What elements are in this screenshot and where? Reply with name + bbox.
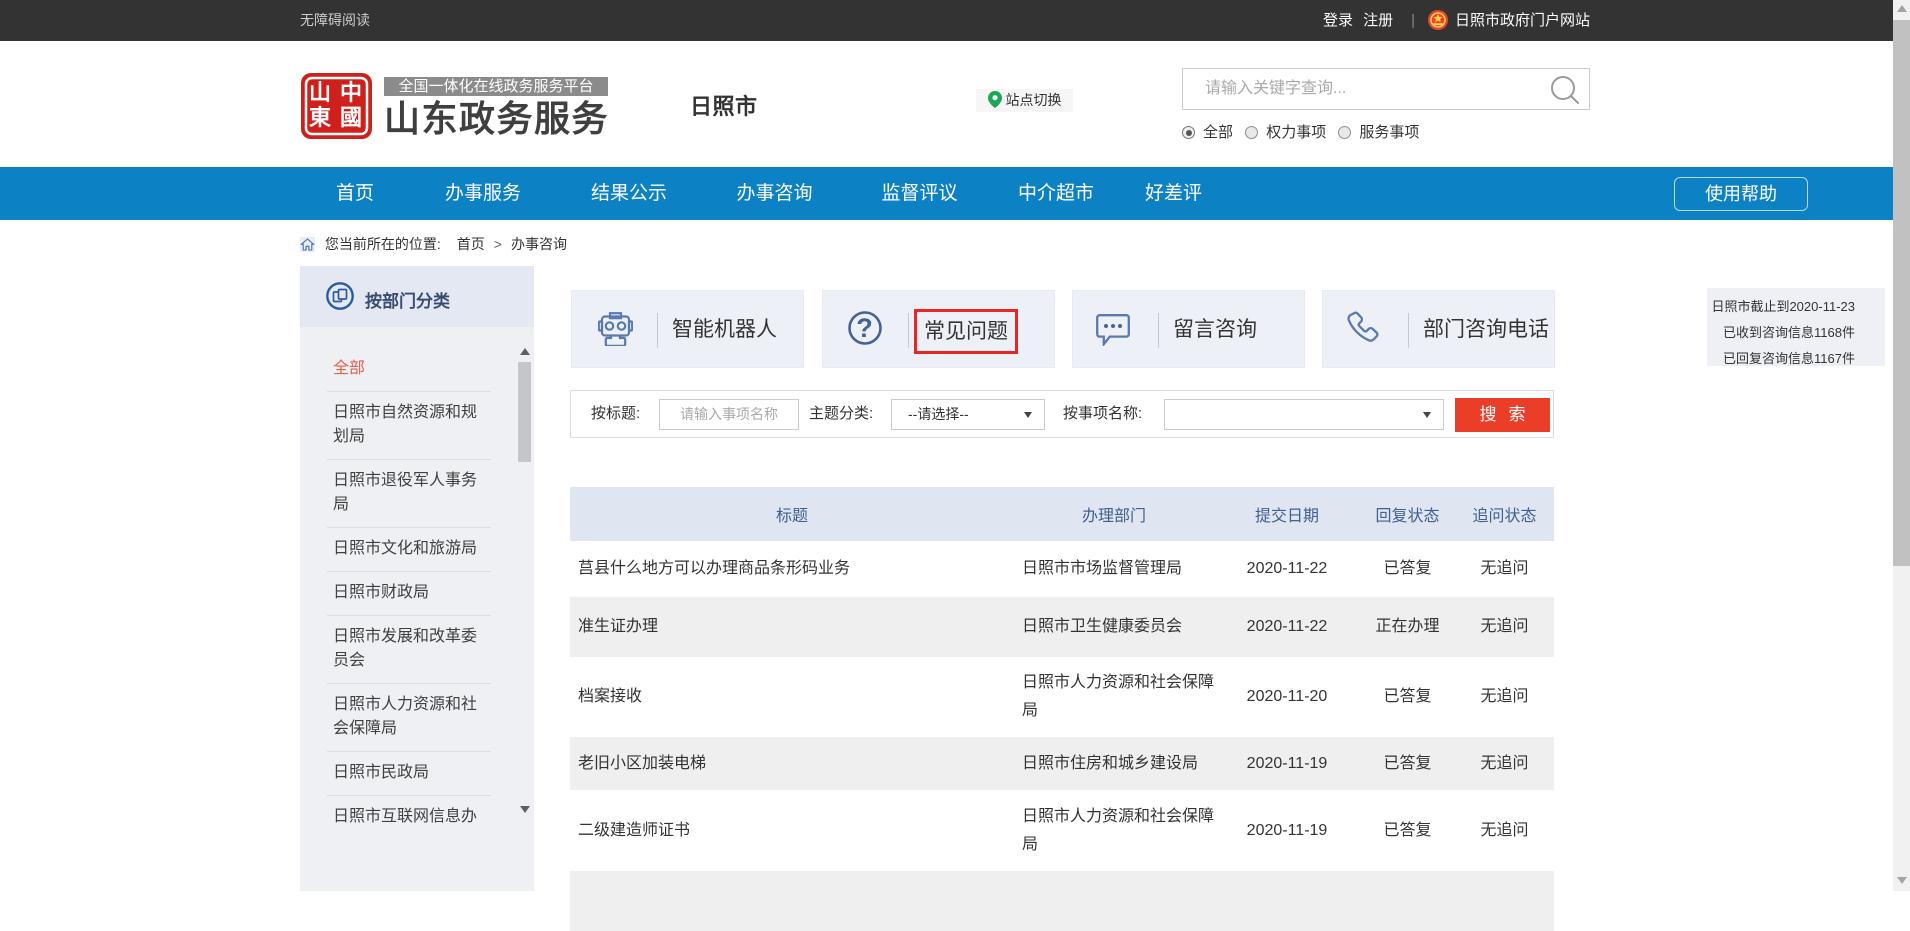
svg-text:山: 山 <box>309 80 331 105</box>
svg-text:中: 中 <box>340 80 362 105</box>
svg-text:國: 國 <box>340 105 362 130</box>
svg-text:?: ? <box>856 313 873 343</box>
svg-text:東: 東 <box>309 105 331 130</box>
